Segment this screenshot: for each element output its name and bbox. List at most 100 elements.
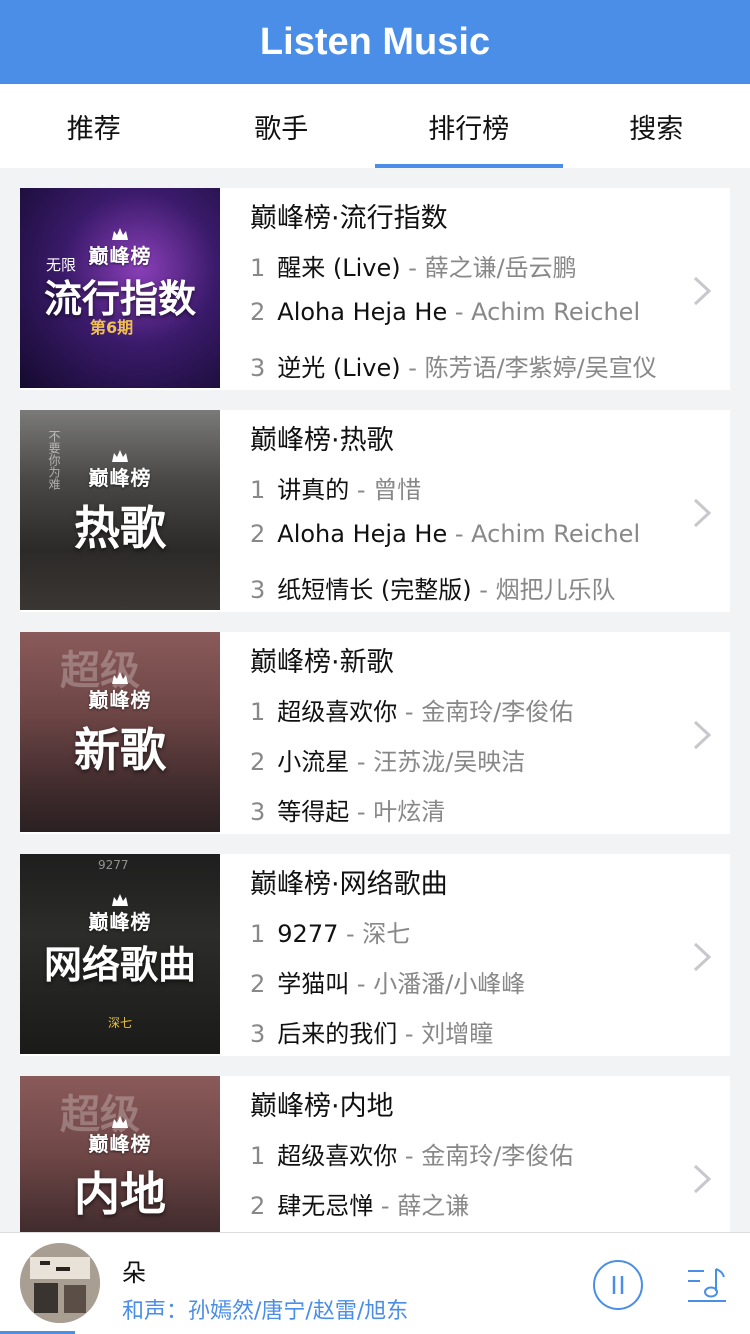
chart-card-hot[interactable]: 不要你为难 巅峰榜 热歌 巅峰榜·热歌 1 讲真的 - 曾惜 2 Aloha Hej… [20, 410, 730, 612]
song-artist: 小潘潘/小峰峰 [373, 970, 526, 998]
song-row: 3 逆光 (Live) - 陈芳语/李紫婷/吴宣仪 [250, 354, 657, 382]
chart-title: 巅峰榜·网络歌曲 [250, 869, 448, 900]
song-artist: 汪苏泷/吴映洁 [373, 748, 526, 776]
chart-card-popularity[interactable]: 无限 巅峰榜 流行指数 第6期 巅峰榜·流行指数 1 醒来 (Live) - 薛之… [20, 188, 730, 390]
cover-artist-text: 深七 [108, 1016, 133, 1030]
chart-cover: 不要你为难 巅峰榜 热歌 [20, 410, 220, 610]
song-rank: 1 [250, 254, 266, 282]
chart-cover: 无限 巅峰榜 流行指数 第6期 [20, 188, 220, 388]
chart-card-mainland[interactable]: 超级 巅峰榜 内地 巅峰榜·内地 1 超级喜欢你 - 金南玲/李俊佑 2 肆无忌惮 … [20, 1076, 730, 1232]
cover-title: 新歌 [74, 723, 166, 777]
song-rank: 1 [250, 1142, 266, 1170]
cover-brand: 巅峰榜 [88, 244, 152, 268]
chevron-right-icon [693, 942, 712, 972]
song-name: Aloha Heja He [277, 520, 448, 548]
song-row: 1 超级喜欢你 - 金南玲/李俊佑 [250, 698, 574, 726]
song-artist: 烟把儿乐队 [495, 576, 616, 604]
song-row: 2 小流星 - 汪苏泷/吴映洁 [250, 748, 526, 776]
tab-recommend[interactable]: 推荐 [0, 84, 188, 168]
song-rank: 3 [250, 354, 266, 382]
chevron-right-icon [693, 498, 712, 528]
tab-rankings[interactable]: 排行榜 [375, 84, 563, 168]
song-artist: Achim Reichel [471, 298, 641, 326]
pause-icon[interactable] [592, 1259, 644, 1311]
chart-title: 巅峰榜·内地 [250, 1091, 394, 1122]
cover-title: 热歌 [74, 501, 166, 555]
song-artist: 金南玲/李俊佑 [421, 698, 574, 726]
now-playing-title: 朵 [122, 1259, 146, 1287]
song-row: 1 9277 - 深七 [250, 920, 411, 948]
song-rank: 1 [250, 698, 266, 726]
chart-card-new[interactable]: 超级 巅峰榜 新歌 巅峰榜·新歌 1 超级喜欢你 - 金南玲/李俊佑 2 小流星 -… [20, 632, 730, 834]
album-art[interactable] [20, 1243, 100, 1323]
song-row: 3 等得起 - 叶炫清 [250, 798, 446, 826]
song-name: 逆光 (Live) [277, 354, 401, 382]
song-row: 2 Aloha Heja He - Achim Reichel [250, 298, 641, 326]
crown-icon [112, 450, 128, 462]
song-artist: 陈芳语/李紫婷/吴宣仪 [424, 354, 657, 382]
chevron-right-icon [693, 720, 712, 750]
song-name: 超级喜欢你 [277, 698, 398, 726]
chart-info: 巅峰榜·新歌 1 超级喜欢你 - 金南玲/李俊佑 2 小流星 - 汪苏泷/吴映洁 3… [220, 632, 730, 834]
crown-icon [112, 1116, 128, 1128]
crown-icon [112, 894, 128, 906]
chart-title: 巅峰榜·流行指数 [250, 203, 448, 234]
song-name: 学猫叫 [277, 970, 350, 998]
chart-cover: 9277 巅峰榜 网络歌曲 深七 [20, 854, 220, 1054]
chart-info: 巅峰榜·网络歌曲 1 9277 - 深七 2 学猫叫 - 小潘潘/小峰峰 3 后来的我… [220, 854, 730, 1056]
cover-title: 内地 [74, 1167, 166, 1221]
chart-cover: 超级 巅峰榜 内地 [20, 1076, 220, 1232]
song-row: 1 讲真的 - 曾惜 [250, 476, 422, 504]
chevron-right-icon [693, 1164, 712, 1194]
song-row: 2 学猫叫 - 小潘潘/小峰峰 [250, 970, 526, 998]
song-name: 9277 [277, 920, 339, 948]
cover-brand: 巅峰榜 [88, 1132, 152, 1156]
song-name: 肆无忌惮 [277, 1192, 374, 1220]
song-row: 1 醒来 (Live) - 薛之谦/岳云鹏 [250, 254, 577, 282]
song-rank: 2 [250, 298, 266, 326]
chart-title: 巅峰榜·新歌 [250, 647, 394, 678]
tab-bar: 推荐 歌手 排行榜 搜索 [0, 84, 750, 168]
chart-info: 巅峰榜·热歌 1 讲真的 - 曾惜 2 Aloha Heja He - Achim … [220, 410, 730, 612]
song-artist: 曾惜 [373, 476, 422, 504]
cover-title: 网络歌曲 [43, 943, 196, 987]
song-rank: 1 [250, 920, 266, 948]
song-rank: 2 [250, 520, 266, 548]
song-artist: 薛之谦/岳云鹏 [424, 254, 577, 282]
cover-issue: 第6期 [90, 318, 134, 337]
app-title: Listen Music [259, 20, 491, 63]
song-name: 超级喜欢你 [277, 1142, 398, 1170]
chart-list: 无限 巅峰榜 流行指数 第6期 巅峰榜·流行指数 1 醒来 (Live) - 薛之… [0, 168, 750, 1232]
song-name: 后来的我们 [277, 1020, 398, 1048]
song-rank: 2 [250, 970, 266, 998]
playlist-icon[interactable] [686, 1265, 728, 1303]
crown-icon [112, 228, 128, 240]
cover-extra-text: 9277 [98, 858, 129, 872]
chart-info: 巅峰榜·内地 1 超级喜欢你 - 金南玲/李俊佑 2 肆无忌惮 - 薛之谦 [220, 1076, 730, 1232]
song-name: 讲真的 [277, 476, 350, 504]
tab-singers[interactable]: 歌手 [188, 84, 376, 168]
song-name: 等得起 [277, 798, 350, 826]
song-name: Aloha Heja He [277, 298, 448, 326]
song-row: 3 纸短情长 (完整版) - 烟把儿乐队 [250, 576, 616, 604]
cover-brand: 巅峰榜 [88, 466, 152, 490]
song-artist: Achim Reichel [471, 520, 641, 548]
song-row: 1 超级喜欢你 - 金南玲/李俊佑 [250, 1142, 574, 1170]
tab-search[interactable]: 搜索 [563, 84, 750, 168]
chart-info: 巅峰榜·流行指数 1 醒来 (Live) - 薛之谦/岳云鹏 2 Aloha Hej… [220, 188, 730, 390]
song-row: 2 肆无忌惮 - 薛之谦 [250, 1192, 470, 1220]
song-artist: 深七 [362, 920, 411, 948]
chart-cover: 超级 巅峰榜 新歌 [20, 632, 220, 832]
song-row: 2 Aloha Heja He - Achim Reichel [250, 520, 641, 548]
song-rank: 3 [250, 576, 266, 604]
app-header: Listen Music [0, 0, 750, 84]
chart-card-internet[interactable]: 9277 巅峰榜 网络歌曲 深七 巅峰榜·网络歌曲 1 9277 - 深七 2 学猫… [20, 854, 730, 1056]
song-rank: 1 [250, 476, 266, 504]
song-row: 3 后来的我们 - 刘增瞳 [250, 1020, 494, 1048]
song-rank: 3 [250, 798, 266, 826]
song-rank: 2 [250, 748, 266, 776]
song-name: 醒来 (Live) [277, 254, 401, 282]
mini-player[interactable]: 朵 和声：孙嫣然/唐宁/赵雷/旭东 [0, 1232, 750, 1334]
crown-icon [112, 672, 128, 684]
song-rank: 3 [250, 1020, 266, 1048]
